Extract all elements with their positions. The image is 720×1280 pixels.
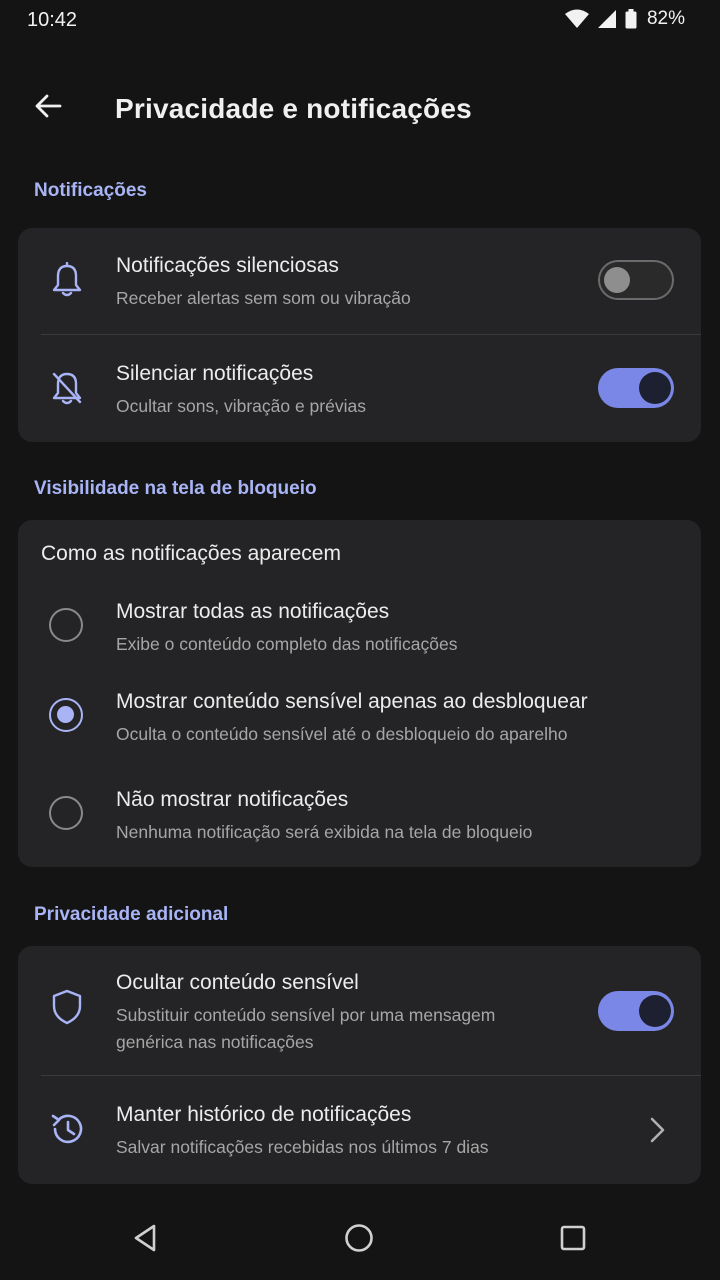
row-title: Manter histórico de notificações: [116, 1103, 412, 1126]
radio-button[interactable]: [49, 796, 83, 830]
row-subtitle: Salvar notificações recebidas nos último…: [116, 1137, 489, 1157]
nav-back-button[interactable]: [121, 1220, 169, 1260]
nav-home-button[interactable]: [335, 1220, 383, 1260]
setting-row-hide-sensitive[interactable]: Ocultar conteúdo sensível Substituir con…: [18, 946, 701, 1075]
radio-option-show-all[interactable]: Mostrar todas as notificações Exibe o co…: [18, 582, 701, 670]
hide-sensitive-toggle[interactable]: [598, 991, 674, 1031]
option-subtitle: Oculta o conteúdo sensível até o desbloq…: [116, 724, 568, 744]
row-subtitle-line1: Substituir conteúdo sensível por uma men…: [116, 1005, 496, 1025]
triangle-back-icon: [132, 1223, 158, 1258]
setting-row-notification-history[interactable]: Manter histórico de notificações Salvar …: [18, 1076, 701, 1184]
back-button[interactable]: [24, 88, 72, 128]
mute-notifications-toggle[interactable]: [598, 368, 674, 408]
option-title: Mostrar todas as notificações: [116, 600, 390, 623]
bell-icon: [48, 261, 86, 299]
silent-notifications-toggle[interactable]: [598, 260, 674, 300]
row-title: Silenciar notificações: [116, 362, 314, 385]
status-indicators: 82%: [564, 8, 685, 30]
section-header-privacy: Privacidade adicional: [34, 904, 229, 925]
setting-row-silent-notifications[interactable]: Notificações silenciosas Receber alertas…: [18, 228, 701, 334]
option-title: Mostrar conteúdo sensível apenas ao desb…: [116, 690, 588, 713]
option-subtitle: Nenhuma notificação será exibida na tela…: [116, 822, 533, 842]
square-recents-icon: [560, 1225, 586, 1256]
radio-option-sensitive-unlock[interactable]: Mostrar conteúdo sensível apenas ao desb…: [18, 672, 701, 764]
status-time: 10:42: [27, 9, 78, 31]
row-subtitle: Ocultar sons, vibração e prévias: [116, 396, 366, 416]
option-subtitle: Exibe o conteúdo completo das notificaçõ…: [116, 634, 458, 654]
radio-option-hide-all[interactable]: Não mostrar notificações Nenhuma notific…: [18, 770, 701, 862]
option-title: Não mostrar notificações: [116, 788, 349, 811]
page-title: Privacidade e notificações: [115, 93, 472, 124]
app-bar: Privacidade e notificações: [0, 72, 720, 144]
lockscreen-card: Como as notificações aparecem Mostrar to…: [18, 520, 701, 867]
setting-row-mute-notifications[interactable]: Silenciar notificações Ocultar sons, vib…: [18, 335, 701, 442]
privacy-card: Ocultar conteúdo sensível Substituir con…: [18, 946, 701, 1184]
nav-recents-button[interactable]: [549, 1220, 597, 1260]
shield-icon: [48, 988, 86, 1026]
radio-group-title: Como as notificações aparecem: [41, 542, 341, 565]
bell-off-icon: [48, 369, 86, 407]
arrow-back-icon: [34, 94, 62, 123]
section-header-lockscreen: Visibilidade na tela de bloqueio: [34, 478, 317, 499]
radio-button[interactable]: [49, 608, 83, 642]
section-header-notifications: Notificações: [34, 180, 147, 201]
row-title: Notificações silenciosas: [116, 254, 339, 277]
status-bar: 10:42 82%: [0, 0, 720, 40]
notifications-card: Notificações silenciosas Receber alertas…: [18, 228, 701, 442]
battery-percentage: 82%: [646, 8, 685, 29]
row-title: Ocultar conteúdo sensível: [116, 971, 359, 994]
row-subtitle: Receber alertas sem som ou vibração: [116, 288, 411, 308]
radio-button-selected[interactable]: [49, 698, 83, 732]
navigation-bar: [0, 1200, 720, 1280]
battery-icon: [625, 9, 637, 29]
circle-home-icon: [344, 1223, 374, 1258]
cellular-signal-icon: [597, 9, 617, 29]
row-subtitle-line2: genérica nas notificações: [116, 1032, 314, 1052]
chevron-right-icon: [646, 1116, 668, 1149]
history-icon: [48, 1110, 86, 1148]
wifi-icon: [564, 9, 589, 29]
